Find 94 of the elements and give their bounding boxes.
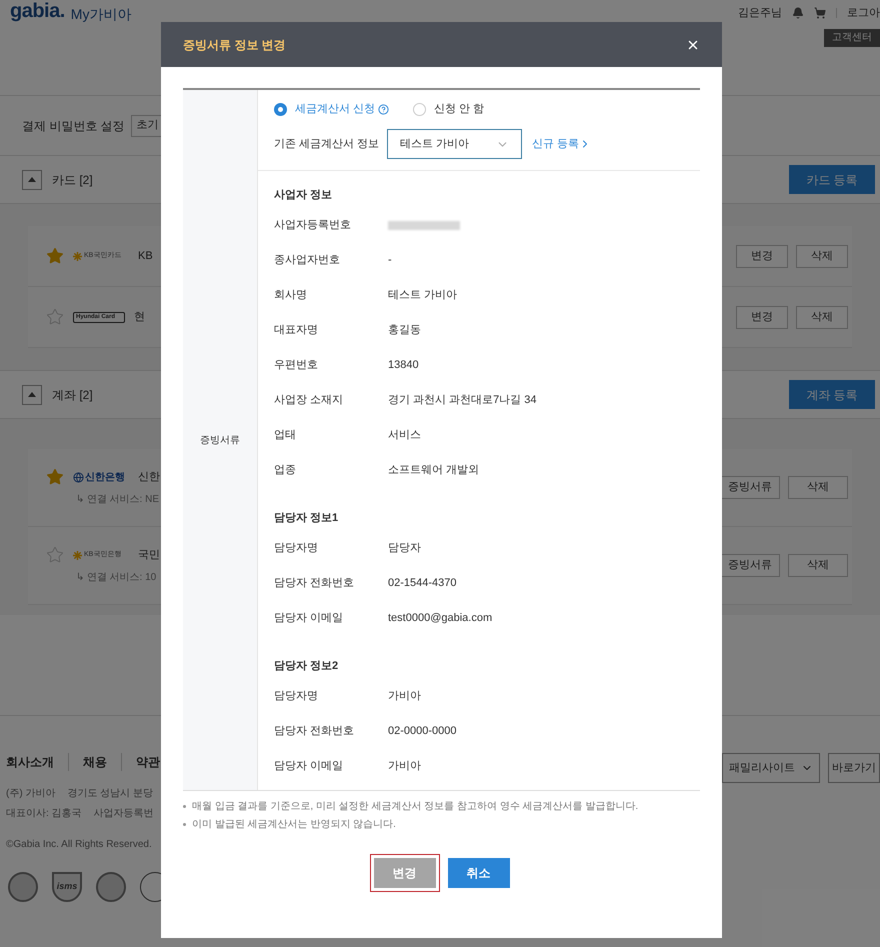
account-name: KB <box>138 248 153 264</box>
collapse-toggle[interactable] <box>22 384 42 404</box>
footer-link[interactable]: 회사소개 <box>6 753 54 771</box>
company-info: 경기도 성남시 분당 <box>67 787 154 801</box>
globe-icon <box>73 472 84 482</box>
field-label: 담당자 전화번호 <box>274 724 356 740</box>
modal-title: 증빙서류 정보 변경 <box>183 36 286 54</box>
cart-icon[interactable] <box>814 7 826 19</box>
field-value: 서비스 <box>388 428 421 444</box>
row-button[interactable]: 삭제 <box>788 554 848 577</box>
row-button[interactable]: 증빙서류 <box>720 476 780 499</box>
field-label: 담당자 전화번호 <box>274 576 356 592</box>
linked-service: ↳ 연결 서비스: 10 <box>75 571 158 585</box>
certification-badge: isms <box>52 872 82 902</box>
field-label: 업종 <box>274 463 297 478</box>
field-label: 담당자명 <box>274 541 319 556</box>
triangle-icon <box>28 177 36 182</box>
field-value: 경기 과천시 과천대로7나길 34 <box>388 393 537 408</box>
company-info: (주) 가비아 <box>6 787 56 801</box>
row-button[interactable]: 변경 <box>736 306 788 328</box>
certification-badge <box>96 872 126 902</box>
row-button[interactable]: 삭제 <box>788 476 848 499</box>
field-label: 담당자 이메일 <box>274 611 344 626</box>
note-text: 이미 발급된 세금계산서는 반영되지 않습니다. <box>192 818 396 832</box>
field-label: 업태 <box>274 428 297 444</box>
field-value: 가비아 <box>388 689 421 704</box>
field-label: 우편번호 <box>274 358 319 374</box>
support-tab[interactable]: 고객센터 <box>824 29 880 47</box>
row-button[interactable]: 변경 <box>736 244 788 268</box>
account-name: 신한 <box>138 470 160 485</box>
register-button[interactable]: 카드 등록 <box>789 165 875 194</box>
field-label: 사업자등록번호 <box>274 218 352 234</box>
radio-option[interactable]: 세금계산서 신청 <box>274 100 390 118</box>
company-info: 대표이사: 김홍국 <box>6 807 82 821</box>
logo[interactable]: gabia. <box>10 1 65 21</box>
field-label: 대표자명 <box>274 323 319 338</box>
user-name: 김은주님 <box>738 6 782 21</box>
triangle-icon <box>28 392 36 397</box>
group-title: 담당자 정보2 <box>274 659 338 674</box>
star-icon[interactable] <box>46 308 64 326</box>
row-button[interactable]: 삭제 <box>796 244 848 268</box>
row-button[interactable]: 삭제 <box>796 306 848 328</box>
asterisk-icon <box>73 550 82 560</box>
section-title: 계좌 [2] <box>52 386 93 404</box>
password-label: 결제 비밀번호 설정 <box>22 118 125 134</box>
field-value: 담당자 <box>388 541 421 556</box>
section-title: 카드 [2] <box>52 172 93 188</box>
field-value: 02-1544-4370 <box>388 576 457 592</box>
dialog-button[interactable]: 취소 <box>448 858 510 888</box>
logout-link[interactable]: 로그아 <box>847 4 880 22</box>
field-label: 담당자 이메일 <box>274 759 344 774</box>
bell-icon[interactable] <box>792 7 804 19</box>
field-value: 홍길동 <box>388 323 421 338</box>
dialog-button[interactable]: 변경 <box>374 858 436 888</box>
group-title: 사업자 정보 <box>274 188 332 204</box>
help-icon[interactable] <box>378 104 390 114</box>
field-label: 종사업자번호 <box>274 253 341 268</box>
asterisk-icon <box>73 252 82 260</box>
redacted-value <box>388 221 460 230</box>
account-name: 현 <box>134 310 145 325</box>
family-site-select[interactable]: 패밀리사이트 <box>722 753 820 783</box>
field-label: 회사명 <box>274 288 308 304</box>
register-button[interactable]: 계좌 등록 <box>789 380 875 409</box>
field-label: 기존 세금계산서 정보 <box>274 136 380 152</box>
field-value: 02-0000-0000 <box>388 724 457 740</box>
linked-service: ↳ 연결 서비스: NE <box>75 493 160 507</box>
collapse-toggle[interactable] <box>22 170 42 190</box>
radio-option[interactable]: 신청 안 함 <box>413 100 484 118</box>
go-button[interactable]: 바로가기 <box>828 753 880 783</box>
side-label: 증빙서류 <box>200 434 240 448</box>
product-title: My가비아 <box>70 7 132 21</box>
star-icon[interactable] <box>46 247 64 265</box>
field-value: test0000@gabia.com <box>388 611 492 626</box>
star-icon[interactable] <box>46 546 64 564</box>
field-value: 가비아 <box>388 759 421 774</box>
note-text: 매월 입금 결과를 기준으로, 미리 설정한 세금계산서 정보를 참고하여 영수 세금계산서를 발급합니다. <box>192 800 638 814</box>
star-icon[interactable] <box>46 468 64 486</box>
field-value: 소프트웨어 개발외 <box>388 463 480 478</box>
copyright: ©Gabia Inc. All Rights Reserved. <box>6 838 153 852</box>
footer-link[interactable]: 약관 <box>136 753 160 771</box>
field-label: 담당자명 <box>274 689 319 704</box>
certification-badge <box>8 872 38 902</box>
account-name: 국민 <box>138 548 160 563</box>
field-value: 테스트 가비아 <box>388 288 458 304</box>
bank-logo-text: 신한은행 <box>85 470 125 484</box>
row-button[interactable]: 증빙서류 <box>720 554 780 577</box>
company-info: 사업자등록번 <box>94 807 154 821</box>
field-value: - <box>388 253 392 268</box>
group-title: 담당자 정보1 <box>274 511 338 526</box>
new-register-link[interactable]: 신규 등록 <box>532 136 592 152</box>
footer-link[interactable]: 채용 <box>83 753 107 771</box>
field-label: 사업장 소재지 <box>274 393 344 408</box>
field-value: 13840 <box>388 358 419 374</box>
invoice-select[interactable]: 테스트 가비아 <box>387 129 522 159</box>
